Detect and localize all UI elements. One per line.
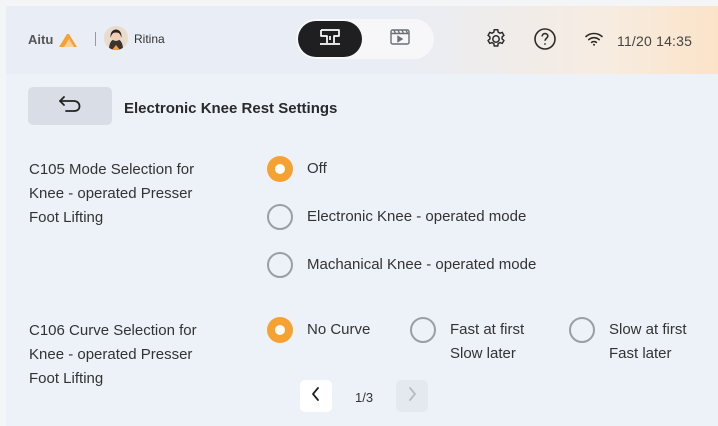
chevron-left-icon <box>310 386 322 407</box>
avatar[interactable] <box>104 26 128 50</box>
brand-logo-mark-icon <box>58 32 80 53</box>
wifi-icon[interactable] <box>581 26 607 52</box>
chevron-right-icon <box>406 386 418 407</box>
label-line: C106 Curve Selection for <box>29 322 197 339</box>
top-bar: Aitu Ritina 11/20 14:35 <box>6 6 718 74</box>
c106-slow-first-radio[interactable] <box>569 317 595 343</box>
label-line: C105 Mode Selection for <box>29 161 195 178</box>
next-page-button[interactable] <box>396 380 428 412</box>
label-line: Foot Lifting <box>29 209 104 226</box>
c105-off-label[interactable]: Off <box>307 157 327 181</box>
c105-electronic-mode-label[interactable]: Electronic Knee - operated mode <box>307 205 526 229</box>
prev-page-button[interactable] <box>300 380 332 412</box>
c106-fast-first-label[interactable]: Fast at first Slow later <box>450 318 524 366</box>
label-line: Knee - operated Presser <box>29 346 193 363</box>
c105-electronic-mode-radio[interactable] <box>267 204 293 230</box>
c106-slow-first-label[interactable]: Slow at first Fast later <box>609 318 687 366</box>
video-tutorial-icon <box>388 27 412 52</box>
c106-no-curve-label[interactable]: No Curve <box>307 318 370 342</box>
clock: 11/20 14:35 <box>617 33 693 49</box>
option-line: No Curve <box>307 321 371 338</box>
c105-off-radio[interactable] <box>267 156 293 182</box>
header-divider <box>95 32 96 46</box>
settings-screen: Aitu Ritina 11/20 14:35 Electronic Knee … <box>6 6 718 426</box>
help-icon[interactable] <box>532 26 558 52</box>
option-line: Slow later <box>450 345 516 362</box>
sewing-machine-icon <box>318 27 342 52</box>
c105-setting-label: C105 Mode Selection for Knee - operated … <box>29 158 239 230</box>
option-line: Fast later <box>609 345 672 362</box>
c106-fast-first-radio[interactable] <box>410 317 436 343</box>
back-arrow-icon <box>57 95 83 118</box>
c105-mechanical-mode-radio[interactable] <box>267 252 293 278</box>
option-line: Fast at first <box>450 321 525 338</box>
c105-mechanical-mode-label[interactable]: Machanical Knee - operated mode <box>307 253 536 277</box>
page-title: Electronic Knee Rest Settings <box>124 100 338 117</box>
option-line: Slow at first <box>609 321 687 338</box>
user-name[interactable]: Ritina <box>134 32 165 46</box>
mode-sewing-button[interactable] <box>298 21 362 57</box>
mode-video-button[interactable] <box>368 21 432 57</box>
c106-setting-label: C106 Curve Selection for Knee - operated… <box>29 319 239 391</box>
page-indicator: 1/3 <box>355 390 374 405</box>
c106-no-curve-radio[interactable] <box>267 317 293 343</box>
mode-switcher <box>296 19 434 59</box>
gear-icon[interactable] <box>483 26 509 52</box>
back-button[interactable] <box>28 87 112 125</box>
label-line: Foot Lifting <box>29 370 104 387</box>
brand-logo-text: Aitu <box>28 32 54 47</box>
label-line: Knee - operated Presser <box>29 185 193 202</box>
